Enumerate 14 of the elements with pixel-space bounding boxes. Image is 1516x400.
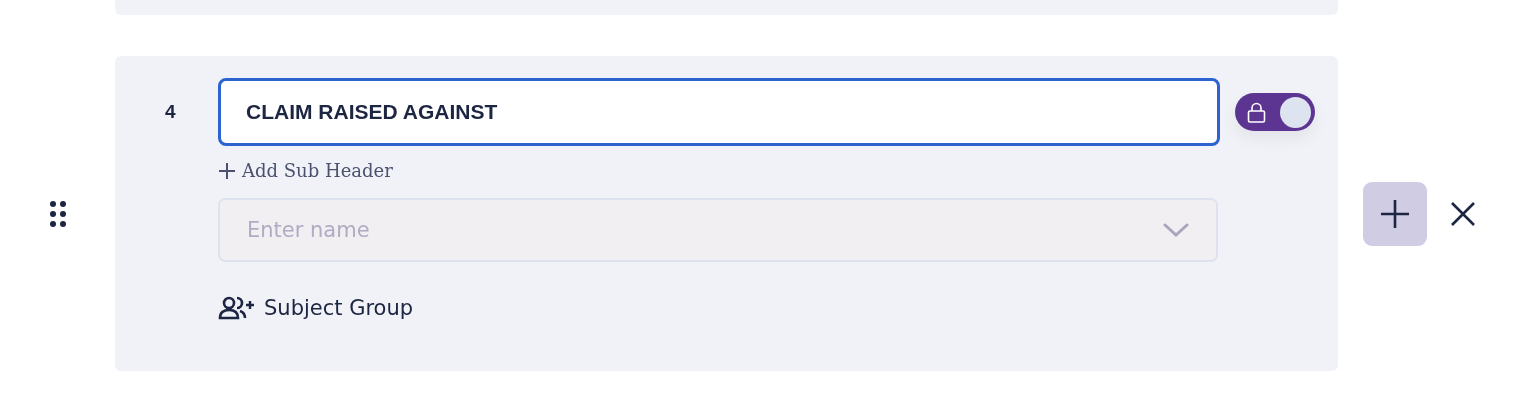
lock-icon <box>1247 102 1266 123</box>
row-number: 4 <box>165 101 177 123</box>
close-icon <box>1449 199 1477 228</box>
plus-icon <box>218 161 236 180</box>
plus-icon <box>1379 197 1411 230</box>
add-button[interactable] <box>1363 181 1427 246</box>
add-sub-header-button[interactable]: Add Sub Header <box>218 160 393 181</box>
title-input[interactable]: CLAIM RAISED AGAINST <box>218 78 1220 146</box>
drag-handle-icon[interactable] <box>48 199 67 228</box>
lock-toggle[interactable] <box>1235 93 1315 131</box>
subject-group-button[interactable]: Subject Group <box>218 296 414 320</box>
add-group-icon <box>218 296 256 320</box>
close-button[interactable] <box>1449 199 1477 228</box>
chevron-down-icon <box>1163 222 1189 238</box>
